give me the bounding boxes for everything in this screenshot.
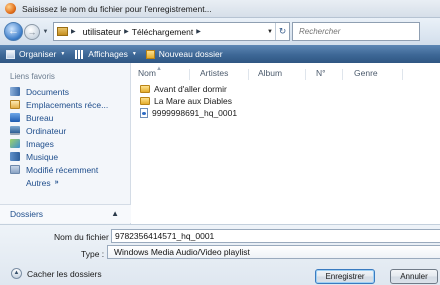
breadcrumb-chevron-icon[interactable]: ▶ <box>71 28 76 35</box>
sidebar-item-computer[interactable]: Ordinateur <box>0 124 131 137</box>
media-player-icon <box>5 3 16 14</box>
column-header-artists[interactable]: Artistes <box>200 68 228 78</box>
back-button[interactable]: ← <box>4 22 23 41</box>
sidebar-item-desktop[interactable]: Bureau <box>0 111 131 124</box>
sidebar-item-label: Emplacements réce... <box>26 99 109 110</box>
address-bar[interactable]: ▶ utilisateur ▶ Téléchargement ▶ ▼ ↻ <box>53 22 290 41</box>
title-bar: Saisissez le nom du fichier pour l'enreg… <box>0 0 440 18</box>
search-box[interactable] <box>292 22 420 41</box>
address-dropdown-button[interactable]: ▼ <box>265 29 275 35</box>
playlist-file-icon <box>140 108 148 118</box>
breadcrumb-downloads[interactable]: Téléchargement <box>132 27 193 37</box>
breadcrumb-chevron-icon[interactable]: ▶ <box>124 28 129 35</box>
organize-icon <box>6 49 15 59</box>
list-item[interactable]: 9999998691_hq_0001 <box>140 107 237 119</box>
sort-arrow-icon: ▲ <box>156 66 162 72</box>
column-headers: Nom ▲ Artistes Album N° Genre <box>132 66 440 80</box>
file-name: La Mare aux Diables <box>154 96 232 106</box>
views-label: Affichages <box>88 49 128 59</box>
hide-folders-button[interactable]: ▲ Cacher les dossiers <box>11 268 102 279</box>
recent-places-icon <box>10 100 20 109</box>
column-header-number[interactable]: N° <box>316 68 326 78</box>
double-chevron-right-icon: » <box>54 179 59 186</box>
cancel-button[interactable]: Annuler <box>390 269 438 284</box>
sidebar-item-label: Modifié récemment <box>26 164 99 175</box>
sidebar-item-label: Musique <box>26 151 59 162</box>
favorites-list: Documents Emplacements réce... Bureau Or… <box>0 85 131 189</box>
more-links-label: Autres <box>26 177 51 188</box>
file-name: Avant d'aller dormir <box>154 84 227 94</box>
file-list-pane: Nom ▲ Artistes Album N° Genre Avant d'al… <box>132 63 440 224</box>
sidebar-item-recently-changed[interactable]: Modifié récemment <box>0 163 131 176</box>
file-list: Avant d'aller dormir La Mare aux Diables… <box>140 83 237 119</box>
sidebar-item-recent-places[interactable]: Emplacements réce... <box>0 98 131 111</box>
organize-label: Organiser <box>19 49 57 59</box>
breadcrumb-user[interactable]: utilisateur <box>83 27 122 37</box>
new-folder-label: Nouveau dossier <box>158 49 223 59</box>
sidebar-item-pictures[interactable]: Images <box>0 137 131 150</box>
column-header-name[interactable]: Nom <box>138 68 156 78</box>
sidebar-item-documents[interactable]: Documents <box>0 85 131 98</box>
filename-field[interactable] <box>111 229 440 243</box>
new-folder-button[interactable]: Nouveau dossier <box>145 49 223 59</box>
navigation-pane: Liens favoris Documents Emplacements réc… <box>0 63 131 224</box>
pictures-icon <box>10 139 20 148</box>
breadcrumb-chevron-icon[interactable]: ▶ <box>196 28 201 35</box>
window-title: Saisissez le nom du fichier pour l'enreg… <box>22 3 212 14</box>
chevron-up-icon: ▲ <box>11 268 22 279</box>
save-form: Nom du fichier : Type : Windows Media Au… <box>0 224 440 285</box>
folders-toggle[interactable]: Dossiers ▲ <box>0 204 131 223</box>
computer-icon <box>10 126 20 135</box>
documents-icon <box>10 87 20 96</box>
hide-folders-label: Cacher les dossiers <box>27 268 102 279</box>
list-item[interactable]: Avant d'aller dormir <box>140 83 237 95</box>
search-input[interactable] <box>293 27 403 36</box>
filetype-value: Windows Media Audio/Video playlist <box>114 247 250 257</box>
folder-icon <box>140 97 150 105</box>
music-icon <box>10 152 20 161</box>
column-header-genre[interactable]: Genre <box>354 68 378 78</box>
save-button[interactable]: Enregistrer <box>315 269 375 284</box>
recently-changed-icon <box>10 165 20 174</box>
navigation-bar: ← → ▼ ▶ utilisateur ▶ Téléchargement ▶ ▼… <box>0 18 440 45</box>
filetype-label: Type : <box>81 249 105 259</box>
sidebar-item-label: Ordinateur <box>26 125 67 136</box>
forward-button[interactable]: → <box>24 23 40 40</box>
command-bar: Organiser ▼ Affichages ▼ Nouveau dossier <box>0 45 440 63</box>
desktop-icon <box>10 113 20 122</box>
views-icon <box>75 49 85 59</box>
sidebar-item-label: Bureau <box>26 112 54 123</box>
views-button[interactable]: Affichages ▼ <box>75 49 137 59</box>
column-header-album[interactable]: Album <box>258 68 282 78</box>
chevron-down-icon: ▼ <box>60 51 66 57</box>
folder-icon <box>140 85 150 93</box>
filename-label: Nom du fichier : <box>54 232 114 242</box>
chevron-down-icon: ▼ <box>131 51 137 57</box>
favorites-heading: Liens favoris <box>10 72 55 81</box>
sidebar-item-music[interactable]: Musique <box>0 150 131 163</box>
filetype-select[interactable]: Windows Media Audio/Video playlist <box>107 245 440 259</box>
file-name: 9999998691_hq_0001 <box>152 108 238 118</box>
new-folder-icon <box>145 49 155 59</box>
folder-icon <box>57 27 68 36</box>
more-links-button[interactable]: Autres » <box>0 176 131 189</box>
organize-button[interactable]: Organiser ▼ <box>6 49 65 59</box>
list-item[interactable]: La Mare aux Diables <box>140 95 237 107</box>
refresh-button[interactable]: ↻ <box>275 23 289 40</box>
recent-pages-dropdown[interactable]: ▼ <box>41 29 50 35</box>
sidebar-item-label: Images <box>26 138 54 149</box>
sidebar-item-label: Documents <box>26 86 69 97</box>
folders-label: Dossiers <box>10 209 44 219</box>
chevron-up-icon: ▲ <box>111 209 119 218</box>
